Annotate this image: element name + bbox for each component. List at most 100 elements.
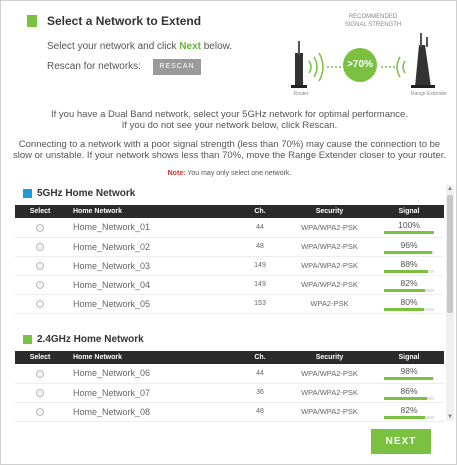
signal-percent: 86% [400, 385, 418, 396]
signal-bar [384, 231, 434, 235]
network-name: Home_Network_06 [65, 364, 235, 384]
signal-percent: 82% [400, 277, 418, 288]
rescan-button[interactable]: RESCAN [153, 59, 201, 75]
extender-setup-panel: Select a Network to Extend Select your n… [0, 0, 457, 465]
signal-percent: 100% [398, 220, 420, 231]
signal-warning-info: Connecting to a network with a poor sign… [13, 139, 446, 161]
network-security: WPA/WPA2-PSK [285, 256, 374, 276]
signal-meter: 80% [384, 297, 434, 311]
signal-percent: 98% [400, 366, 418, 377]
signal-percent: 80% [400, 296, 418, 307]
signal-bar [384, 250, 434, 254]
signal-bar-fill [384, 269, 428, 273]
network-row[interactable]: Home_Network_02 48 WPA/WPA2-PSK 96% [15, 237, 444, 257]
col-select: Select [15, 205, 65, 218]
network-radio[interactable] [36, 281, 44, 290]
network-security: WPA2-PSK [285, 294, 374, 314]
signal-bar [384, 288, 434, 292]
signal-bar-fill [384, 377, 433, 381]
network-name: Home_Network_07 [65, 383, 235, 403]
network-row[interactable]: Home_Network_04 149 WPA/WPA2-PSK 82% [15, 275, 444, 295]
network-name: Home_Network_01 [65, 218, 235, 238]
network-row[interactable]: Home_Network_01 44 WPA/WPA2-PSK 100% [15, 218, 444, 238]
range-extender-icon [411, 33, 435, 88]
signal-strength-graphic: RECOMMENDED SIGNAL STRENGTH >70% Router … [281, 11, 448, 103]
network-list-scrollbar[interactable]: ▲ ▼ [446, 185, 454, 421]
network-security: WPA/WPA2-PSK [285, 383, 374, 403]
scroll-down-icon[interactable]: ▼ [446, 413, 454, 421]
network-row[interactable]: Home_Network_05 153 WPA2-PSK 80% [15, 294, 444, 314]
network-row[interactable]: Home_Network_03 149 WPA/WPA2-PSK 88% [15, 256, 444, 276]
col-channel: Ch. [235, 205, 285, 218]
network-radio[interactable] [36, 243, 44, 252]
signal-bar-fill [384, 396, 427, 400]
network-table-24ghz: Select Home Network Ch. Security Signal … [15, 351, 444, 422]
router-icon [291, 41, 307, 88]
page-title: Select a Network to Extend [47, 14, 202, 28]
selection-note: Note: You may only select one network. [167, 170, 292, 177]
network-security: WPA/WPA2-PSK [285, 275, 374, 295]
router-waves-icon [308, 52, 324, 82]
network-radio[interactable] [36, 408, 44, 417]
signal-bar-fill [384, 307, 424, 311]
band-5ghz-marker [23, 189, 32, 198]
network-security: WPA/WPA2-PSK [285, 218, 374, 238]
signal-bar [384, 307, 434, 311]
signal-bar [384, 377, 434, 381]
col-channel: Ch. [235, 351, 285, 364]
signal-meter: 86% [384, 386, 434, 400]
network-row[interactable]: Home_Network_07 36 WPA/WPA2-PSK 86% [15, 383, 444, 403]
network-radio[interactable] [36, 262, 44, 271]
scroll-up-icon[interactable]: ▲ [446, 185, 454, 193]
network-list[interactable]: 5GHz Home Network Select Home Network Ch… [15, 183, 444, 423]
signal-bar-fill [384, 288, 425, 292]
next-button[interactable]: NEXT [371, 429, 431, 454]
signal-meter: 82% [384, 278, 434, 292]
rescan-label: Rescan for networks: [47, 61, 141, 72]
signal-percent: 96% [400, 239, 418, 250]
section-marker [27, 15, 37, 27]
network-name: Home_Network_05 [65, 294, 235, 314]
instruction-next: Next [179, 41, 201, 52]
network-channel: 149 [235, 275, 285, 295]
signal-meter: 88% [384, 259, 434, 273]
signal-bar-fill [384, 415, 425, 419]
signal-bar [384, 396, 434, 400]
col-signal: Signal [374, 205, 444, 218]
dual-band-info: If you have a Dual Band network, select … [51, 109, 408, 131]
instruction-text: Select your network and click Next below… [47, 41, 233, 52]
signal-percent: 82% [400, 404, 418, 415]
col-network: Home Network [65, 205, 235, 218]
network-security: WPA/WPA2-PSK [285, 237, 374, 257]
network-row[interactable]: Home_Network_08 48 WPA/WPA2-PSK 82% [15, 402, 444, 422]
network-table-5ghz: Select Home Network Ch. Security Signal … [15, 205, 444, 314]
col-signal: Signal [374, 351, 444, 364]
network-security: WPA/WPA2-PSK [285, 402, 374, 422]
network-channel: 48 [235, 237, 285, 257]
network-radio[interactable] [36, 369, 44, 378]
col-security: Security [285, 205, 374, 218]
network-name: Home_Network_04 [65, 275, 235, 295]
network-radio[interactable] [36, 300, 44, 309]
network-name: Home_Network_02 [65, 237, 235, 257]
col-network: Home Network [65, 351, 235, 364]
network-name: Home_Network_03 [65, 256, 235, 276]
signal-meter: 82% [384, 405, 434, 419]
network-radio[interactable] [36, 223, 44, 232]
scroll-thumb[interactable] [447, 195, 453, 313]
network-channel: 44 [235, 218, 285, 238]
network-row[interactable]: Home_Network_06 44 WPA/WPA2-PSK 98% [15, 364, 444, 384]
band-24ghz-marker [23, 335, 32, 344]
network-channel: 149 [235, 256, 285, 276]
signal-bar [384, 269, 434, 273]
network-channel: 48 [235, 402, 285, 422]
network-radio[interactable] [36, 389, 44, 398]
network-name: Home_Network_08 [65, 402, 235, 422]
signal-bar-fill [384, 231, 434, 235]
extender-waves-icon [396, 56, 406, 78]
col-select: Select [15, 351, 65, 364]
extender-label: Range Extender [410, 91, 448, 97]
signal-bar-fill [384, 250, 432, 254]
router-label: Router [293, 91, 309, 97]
signal-bar [384, 415, 434, 419]
